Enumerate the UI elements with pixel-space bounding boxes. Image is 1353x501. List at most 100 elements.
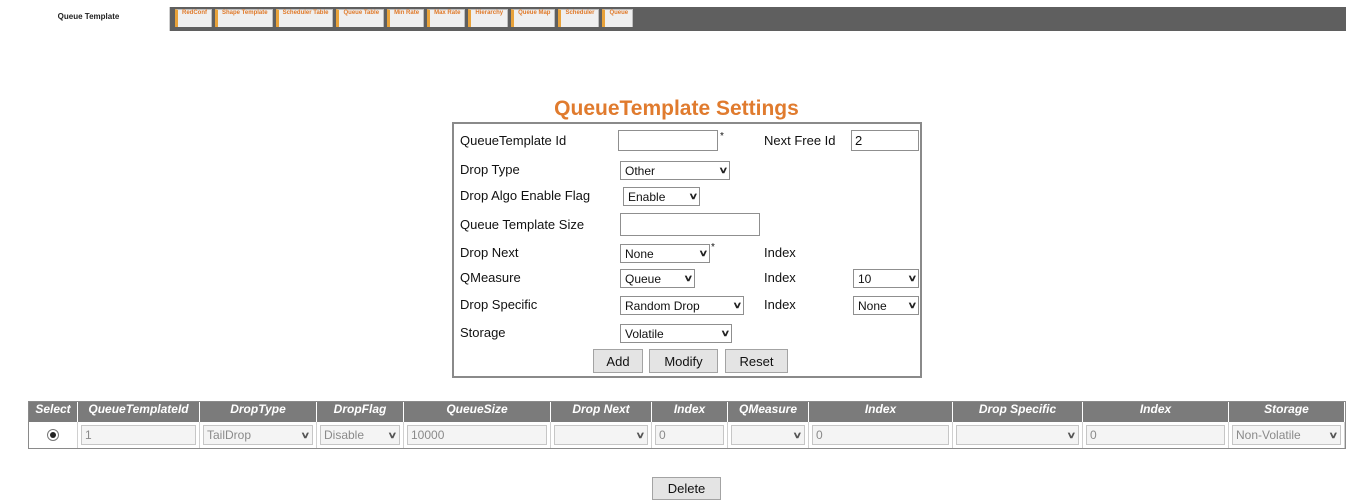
row-queue-size-value: 10000 [411,428,445,442]
chevron-down-icon: ∨ [635,429,646,440]
qmeasure-index-label: Index [764,270,796,285]
row-id-field: 1 [81,425,196,445]
row-qmeasure-index-cell: 0 [809,422,953,448]
required-mark: * [720,131,724,142]
chevron-down-icon: ∨ [907,300,918,310]
qmeasure-select[interactable]: Queue ∨ [620,269,695,288]
drop-next-select[interactable]: None ∨ [620,244,710,263]
queue-template-size-input[interactable] [620,213,760,236]
row-qmeasure-index-value: 0 [816,428,823,442]
drop-algo-label: Drop Algo Enable Flag [460,188,591,203]
drop-algo-value: Enable [628,189,666,204]
storage-select[interactable]: Volatile ∨ [620,324,732,343]
drop-next-index-label: Index [764,245,796,260]
modify-button[interactable]: Modify [649,349,718,373]
chevron-down-icon: ∨ [387,429,398,440]
table-row: 1 TailDrop ∨ Disable ∨ 10000 ∨ 0 ∨ 0 ∨ 0 N [29,422,1345,448]
row-drop-next-cell: ∨ [551,422,652,448]
row-select-radio[interactable] [47,429,59,441]
row-drop-specific-index-cell: 0 [1083,422,1229,448]
row-drop-next-index-cell: 0 [652,422,728,448]
add-button[interactable]: Add [593,349,643,373]
row-drop-flag-cell: Disable ∨ [317,422,404,448]
tab-queue-template[interactable]: Queue Template [8,7,170,31]
tab-bar: Queue Template RedConf Shape Template Sc… [8,7,1346,31]
drop-specific-index-select[interactable]: None ∨ [853,296,919,315]
reset-button[interactable]: Reset [725,349,788,373]
settings-form: QueueTemplate Id * Next Free Id 2 Drop T… [452,122,922,378]
row-queue-size-field: 10000 [407,425,547,445]
row-id-cell: 1 [78,422,200,448]
col-drop-flag: DropFlag [317,402,404,422]
col-qmeasure-index: Index [809,402,953,422]
drop-type-label: Drop Type [460,162,520,177]
row-storage-value: Non-Volatile [1236,428,1301,442]
chevron-down-icon: ∨ [300,429,311,440]
drop-type-select[interactable]: Other ∨ [620,161,730,180]
tab-queue-table[interactable]: Queue Table [336,9,385,27]
tab-min-rate[interactable]: Min Rate [387,9,425,27]
tab-scheduler[interactable]: Scheduler [558,9,600,27]
chevron-down-icon: ∨ [792,429,803,440]
row-queue-size-cell: 10000 [404,422,551,448]
drop-specific-index-label: Index [764,297,796,312]
chevron-down-icon: ∨ [1066,429,1077,440]
row-drop-type-select: TailDrop ∨ [203,425,313,445]
col-drop-next-index: Index [652,402,728,422]
tab-redconf[interactable]: RedConf [175,9,212,27]
chevron-down-icon: ∨ [683,273,694,283]
next-free-id-input[interactable]: 2 [851,130,919,151]
col-drop-specific-index: Index [1083,402,1229,422]
queue-template-size-label: Queue Template Size [460,217,585,232]
row-drop-flag-select: Disable ∨ [320,425,400,445]
drop-specific-index-value: None [858,298,887,313]
tab-scheduler-table[interactable]: Scheduler Table [275,9,334,27]
qmeasure-label: QMeasure [460,270,521,285]
tab-list: RedConf Shape Template Scheduler Table Q… [175,9,636,27]
qmeasure-index-value: 10 [858,271,872,286]
col-queue-size: QueueSize [404,402,551,422]
chevron-down-icon: ∨ [718,165,729,175]
col-select: Select [29,402,78,422]
row-drop-specific-select: ∨ [956,425,1079,445]
queue-template-table: Select QueueTemplateId DropType DropFlag… [28,401,1346,449]
tab-hierarchy[interactable]: Hierarchy [468,9,509,27]
col-drop-next: Drop Next [551,402,652,422]
tab-shape-template[interactable]: Shape Template [215,9,273,27]
row-drop-next-select: ∨ [554,425,648,445]
row-id-value: 1 [85,428,92,442]
drop-specific-label: Drop Specific [460,297,538,312]
chevron-down-icon: ∨ [907,273,918,283]
next-free-id-label: Next Free Id [764,133,836,148]
qmeasure-value: Queue [625,271,662,286]
tab-queue-map[interactable]: Queue Map [511,9,556,27]
tab-max-rate[interactable]: Max Rate [427,9,466,27]
drop-specific-value: Random Drop [625,298,700,313]
row-qmeasure-select: ∨ [731,425,805,445]
row-qmeasure-index-field: 0 [812,425,949,445]
delete-button[interactable]: Delete [652,477,721,500]
drop-next-label: Drop Next [460,245,519,260]
drop-specific-select[interactable]: Random Drop ∨ [620,296,744,315]
required-mark: * [711,242,715,253]
col-storage: Storage [1229,402,1345,422]
drop-algo-select[interactable]: Enable ∨ [623,187,700,206]
storage-value: Volatile [625,326,664,341]
drop-type-value: Other [625,163,656,178]
row-drop-type-cell: TailDrop ∨ [200,422,317,448]
row-select-cell [29,422,78,448]
tab-queue[interactable]: Queue [602,9,634,27]
drop-next-value: None [625,246,654,261]
chevron-down-icon: ∨ [732,300,743,310]
chevron-down-icon: ∨ [698,248,709,258]
storage-label: Storage [460,325,506,340]
row-drop-type-value: TailDrop [207,428,252,442]
table-header: Select QueueTemplateId DropType DropFlag… [29,402,1345,422]
queue-template-id-input[interactable] [618,130,718,151]
chevron-down-icon: ∨ [688,191,699,201]
row-drop-flag-value: Disable [324,428,365,442]
row-storage-select: Non-Volatile ∨ [1232,425,1341,445]
qmeasure-index-select[interactable]: 10 ∨ [853,269,919,288]
col-queue-template-id: QueueTemplateId [78,402,200,422]
row-drop-specific-cell: ∨ [953,422,1083,448]
